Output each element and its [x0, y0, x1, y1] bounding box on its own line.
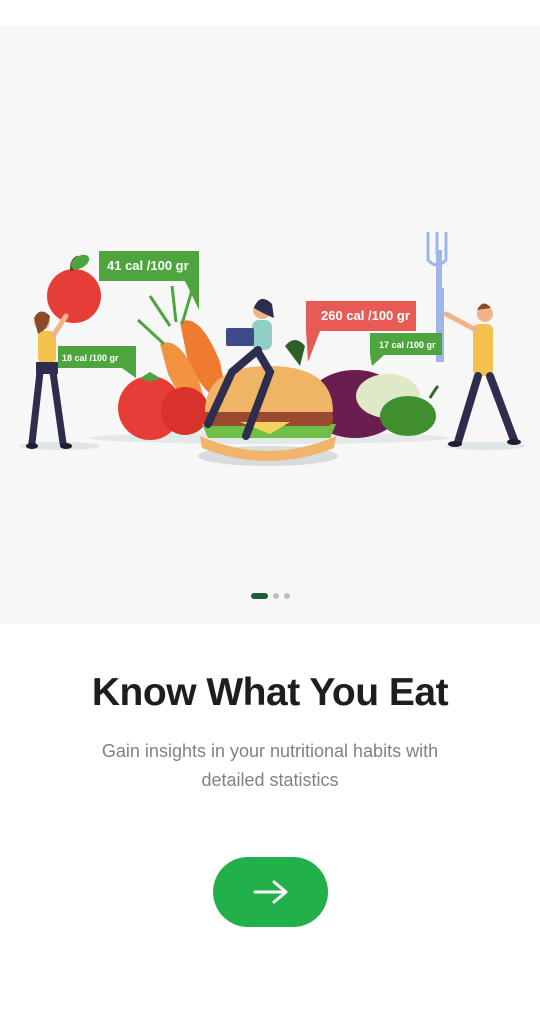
- woman-holding-apple: [26, 311, 72, 449]
- onboarding-subtitle-line-1: Gain insights in your nutritional habits…: [101, 741, 439, 761]
- calorie-label-pepper-text: 17 cal /100 gr: [379, 340, 436, 350]
- apple-illustration: [47, 254, 101, 323]
- page-indicator: [0, 593, 540, 599]
- next-button[interactable]: [213, 857, 328, 927]
- page-dot: [272, 593, 279, 599]
- onboarding-subtitle-line-2: detailed statistics: [201, 770, 339, 790]
- onboarding-subtitle: Gain insights in your nutritional habits…: [60, 737, 480, 795]
- arrow-right-icon: [253, 880, 287, 904]
- calorie-label-apple: 41 cal /100 gr: [99, 251, 199, 310]
- onboarding-illustration-panel: 41 cal /100 gr 18 cal /100 gr 260 cal /1…: [0, 26, 540, 624]
- page-dot: [283, 593, 290, 599]
- calorie-label-burger-text: 260 cal /100 gr: [321, 308, 410, 323]
- calorie-label-pepper: 17 cal /100 gr: [370, 333, 442, 366]
- calorie-label-apple-text: 41 cal /100 gr: [107, 258, 189, 273]
- onboarding-title: Know What You Eat: [91, 671, 449, 714]
- calorie-label-tomato-text: 18 cal /100 gr: [62, 353, 119, 363]
- food-calories-illustration: 41 cal /100 gr 18 cal /100 gr 260 cal /1…: [20, 232, 525, 466]
- calorie-label-tomato: 18 cal /100 gr: [58, 346, 136, 378]
- page-dot-active: [250, 593, 268, 599]
